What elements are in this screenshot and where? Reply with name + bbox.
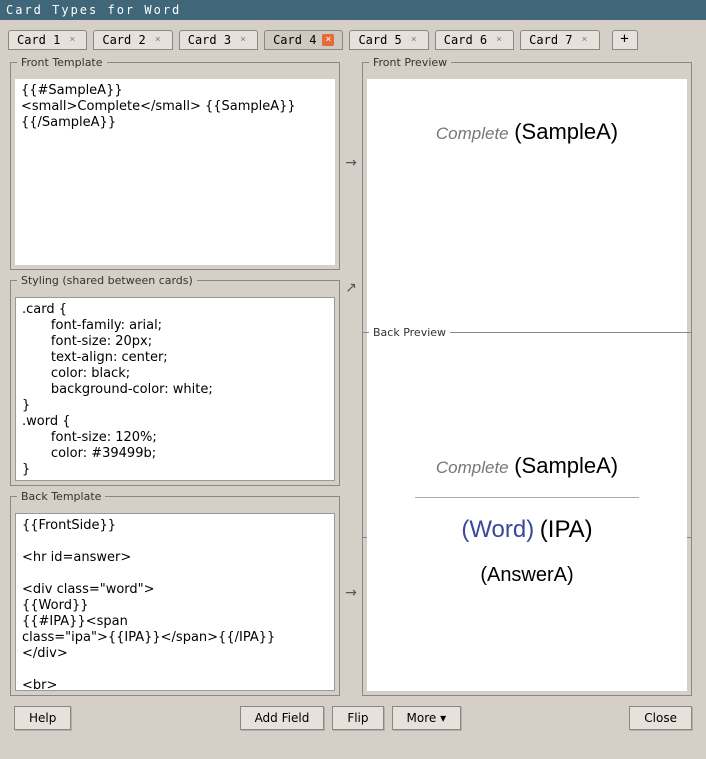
tab-card-1[interactable]: Card 1 ×: [8, 30, 87, 50]
tab-label: Card 6: [444, 33, 487, 47]
arrow-right-icon: →: [345, 488, 357, 698]
back-preview-legend: Back Preview: [369, 326, 450, 339]
add-field-button[interactable]: Add Field: [240, 706, 325, 730]
front-template-editor[interactable]: [15, 79, 335, 265]
tab-card-5[interactable]: Card 5 ×: [349, 30, 428, 50]
preview-sample-value: (SampleA): [514, 453, 618, 478]
close-icon[interactable]: ×: [66, 34, 78, 46]
tab-label: Card 2: [102, 33, 145, 47]
preview-answer: (AnswerA): [480, 564, 573, 587]
more-button[interactable]: More ▾: [392, 706, 462, 730]
tab-card-3[interactable]: Card 3 ×: [179, 30, 258, 50]
close-icon[interactable]: ×: [493, 34, 505, 46]
flip-button[interactable]: Flip: [332, 706, 383, 730]
close-icon[interactable]: ×: [237, 34, 249, 46]
tab-label: Card 3: [188, 33, 231, 47]
arrow-upright-icon: ↗: [345, 272, 357, 488]
tab-label: Card 5: [358, 33, 401, 47]
preview-complete-label: Complete: [436, 124, 509, 143]
preview-word: (Word): [461, 516, 534, 543]
back-template-legend: Back Template: [17, 490, 105, 503]
tab-label: Card 4: [273, 33, 316, 47]
close-icon[interactable]: ×: [579, 34, 591, 46]
front-template-legend: Front Template: [17, 56, 107, 69]
back-preview: Complete (SampleA) (Word) (IPA) (AnswerA…: [367, 349, 687, 691]
back-template-editor[interactable]: [16, 514, 334, 690]
preview-complete-label: Complete: [436, 458, 509, 477]
footer-buttons: Help Add Field Flip More ▾ Close: [6, 700, 700, 736]
close-icon[interactable]: ×: [152, 34, 164, 46]
arrow-column: ↗: [342, 272, 360, 488]
main-grid: Front Template → Front Preview Complete …: [6, 52, 700, 700]
close-icon[interactable]: ×: [408, 34, 420, 46]
add-tab-button[interactable]: +: [612, 30, 638, 50]
tab-card-6[interactable]: Card 6 ×: [435, 30, 514, 50]
back-template-panel: Back Template: [10, 490, 340, 696]
styling-panel: Styling (shared between cards): [10, 274, 340, 486]
arrow-right-icon: →: [345, 54, 357, 272]
close-icon[interactable]: ×: [322, 34, 334, 46]
preview-ipa: (IPA): [540, 516, 593, 543]
back-preview-panel: Back Preview Complete (SampleA) (Word) (…: [362, 326, 692, 696]
tab-card-4[interactable]: Card 4 ×: [264, 30, 343, 50]
answer-divider: [415, 497, 639, 498]
tab-label: Card 1: [17, 33, 60, 47]
tab-card-2[interactable]: Card 2 ×: [93, 30, 172, 50]
front-template-panel: Front Template: [10, 56, 340, 270]
front-preview-legend: Front Preview: [369, 56, 451, 69]
styling-legend: Styling (shared between cards): [17, 274, 197, 287]
styling-editor[interactable]: [16, 298, 334, 480]
arrow-column: →: [342, 54, 360, 272]
window-title: Card Types for Word: [0, 0, 706, 20]
tab-card-7[interactable]: Card 7 ×: [520, 30, 599, 50]
tab-bar: Card 1 × Card 2 × Card 3 × Card 4 × Card…: [6, 26, 700, 52]
help-button[interactable]: Help: [14, 706, 71, 730]
window-body: Card 1 × Card 2 × Card 3 × Card 4 × Card…: [0, 20, 706, 742]
preview-sample-value: (SampleA): [514, 119, 618, 144]
arrow-column: →: [342, 488, 360, 698]
tab-label: Card 7: [529, 33, 572, 47]
close-button[interactable]: Close: [629, 706, 692, 730]
